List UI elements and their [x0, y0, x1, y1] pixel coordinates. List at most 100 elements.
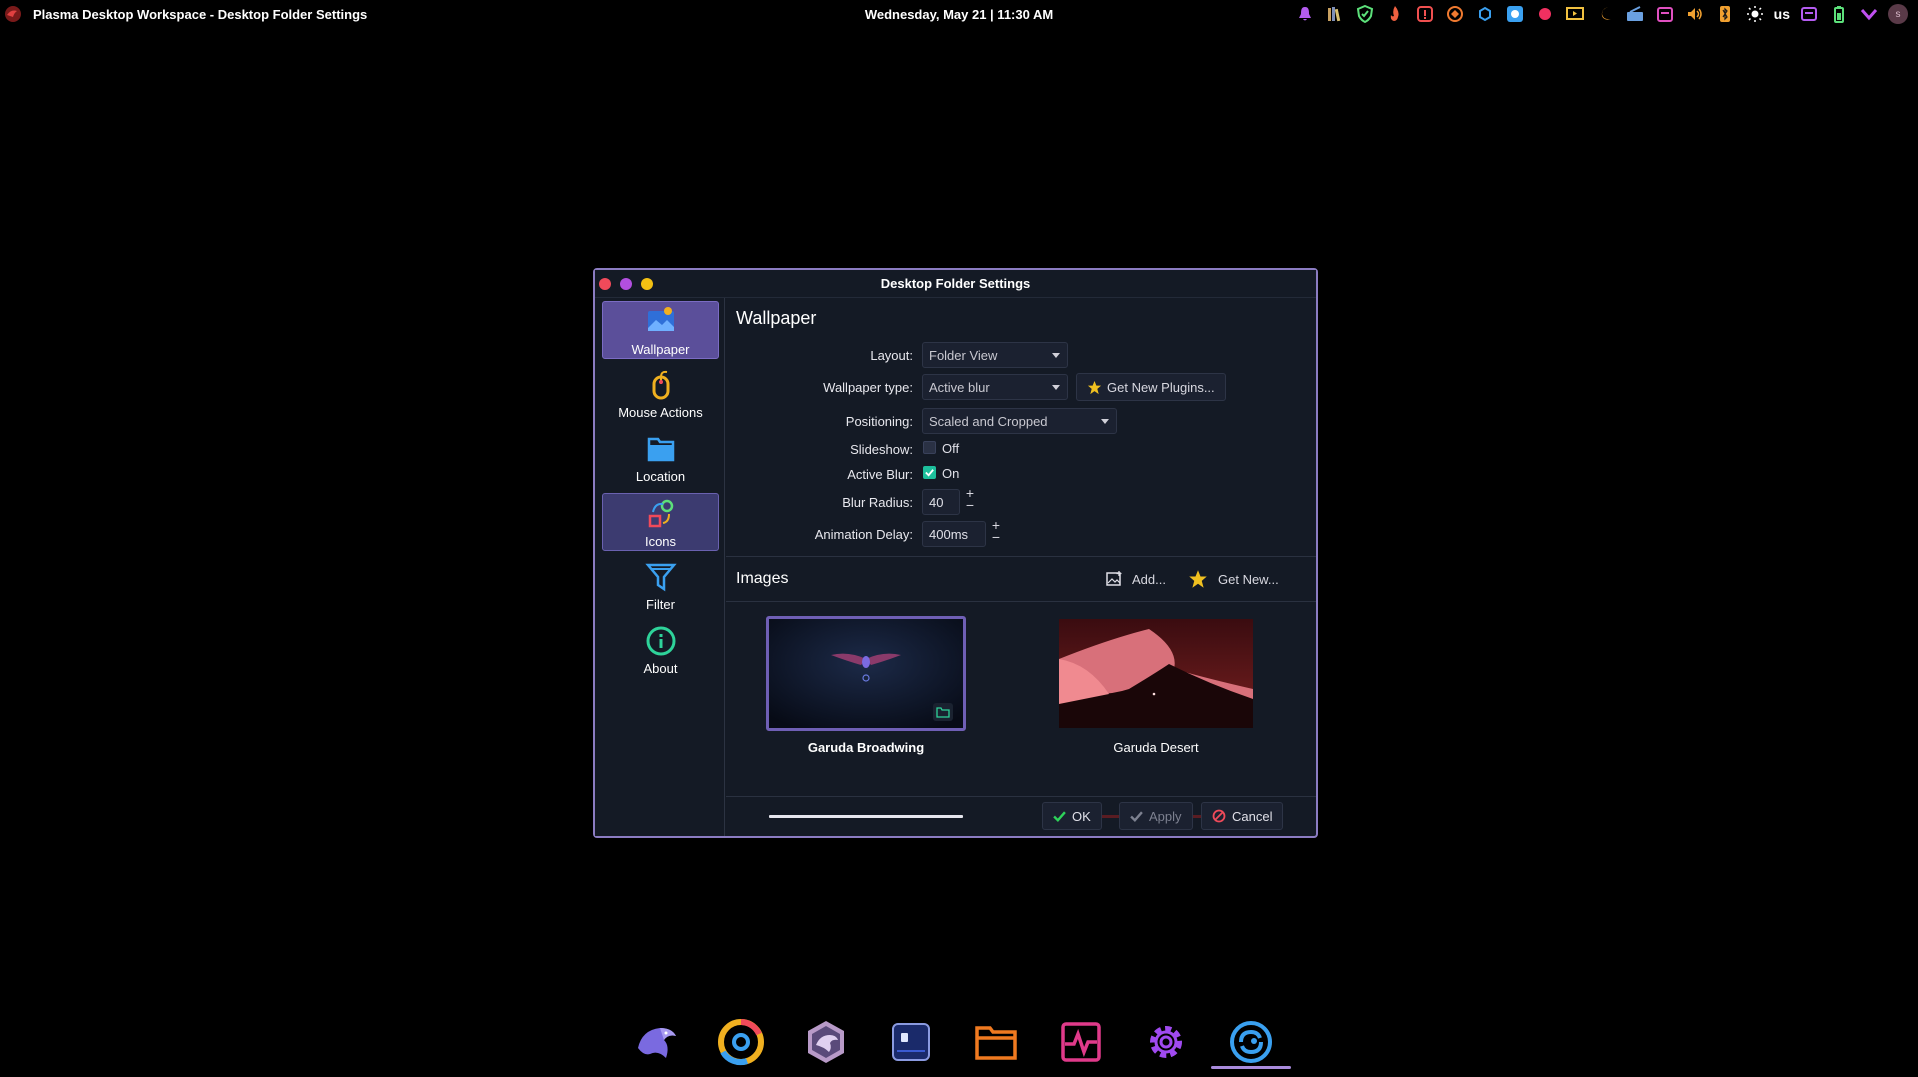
active-blur-checkbox[interactable]: [923, 466, 936, 479]
wallpaper-icon: [647, 307, 674, 331]
network-icon[interactable]: [1624, 3, 1646, 25]
add-image-button[interactable]: Add...: [1106, 566, 1166, 592]
get-new-wallpapers-button[interactable]: Get New...: [1188, 566, 1279, 592]
expand-icon[interactable]: [1858, 3, 1880, 25]
garuda-logo-icon[interactable]: [4, 5, 22, 23]
browser-icon[interactable]: [1504, 3, 1526, 25]
active-app-indicator: [1211, 1066, 1291, 1069]
night-light-icon[interactable]: [1594, 3, 1616, 25]
cancel-label: Cancel: [1232, 808, 1273, 824]
sync-icon[interactable]: [1444, 3, 1466, 25]
positioning-row: Positioning: Scaled and Cropped: [726, 408, 1316, 434]
blur-radius-spinbox[interactable]: 40: [922, 489, 960, 515]
wallpaper-thumbnail[interactable]: Garuda Broadwing: [766, 616, 966, 766]
layout-label: Layout:: [870, 348, 913, 363]
bluetooth-icon[interactable]: [1714, 3, 1736, 25]
chevron-down-icon: [1052, 353, 1060, 358]
wallpaper-type-select[interactable]: Active blur: [922, 374, 1068, 400]
keyboard-layout-indicator[interactable]: us: [1774, 6, 1790, 22]
volume-icon[interactable]: [1684, 3, 1706, 25]
checkmark-icon: [1130, 810, 1143, 822]
settings-icon[interactable]: [1140, 1016, 1192, 1068]
dialog-button-box: OK Apply Cancel: [726, 796, 1316, 837]
active-blur-label: Active Blur:: [847, 467, 913, 482]
blur-radius-row: Blur Radius: 40 + −: [726, 486, 1316, 515]
sidebar-item-icons[interactable]: Icons: [602, 493, 719, 551]
checkmark-icon: [925, 469, 934, 477]
sidebar-item-about[interactable]: About: [602, 621, 719, 679]
fire-icon[interactable]: [1384, 3, 1406, 25]
warning-icon[interactable]: [1414, 3, 1436, 25]
brightness-icon[interactable]: [1744, 3, 1766, 25]
sidebar-item-label: Wallpaper: [631, 342, 690, 357]
blur-radius-label: Blur Radius:: [842, 495, 913, 510]
chevron-down-icon: [1052, 385, 1060, 390]
sidebar-item-label: Icons: [644, 534, 677, 549]
slideshow-state: Off: [942, 441, 960, 456]
calendar-icon[interactable]: [1654, 3, 1676, 25]
apply-button[interactable]: Apply: [1119, 802, 1193, 830]
cancel-button[interactable]: Cancel: [1201, 802, 1284, 830]
get-new-plugins-button[interactable]: Get New Plugins...: [1076, 373, 1226, 401]
garuda-broadwing-preview: [769, 619, 963, 728]
library-icon[interactable]: [1324, 3, 1346, 25]
checkmark-icon: [1053, 810, 1066, 822]
blur-radius-value: 40: [929, 495, 944, 510]
dialog-titlebar[interactable]: Desktop Folder Settings: [595, 270, 1316, 298]
cancel-icon: [1212, 809, 1226, 823]
divider: [726, 556, 1316, 557]
keyboard-icon[interactable]: [1798, 3, 1820, 25]
terminal-icon[interactable]: [885, 1016, 937, 1068]
get-new-wallpapers-label: Get New...: [1218, 571, 1279, 587]
blur-radius-stepper[interactable]: + −: [964, 486, 976, 515]
sidebar-item-mouse-actions[interactable]: Mouse Actions: [602, 365, 719, 423]
presentation-icon[interactable]: [1564, 3, 1586, 25]
page-title: Wallpaper: [736, 308, 817, 328]
star-icon: [1189, 570, 1207, 588]
dialog-title: Desktop Folder Settings: [880, 276, 1031, 291]
sidebar-item-label: Filter: [646, 597, 675, 612]
system-monitor-icon[interactable]: [1055, 1016, 1107, 1068]
garuda-settings-icon[interactable]: [1225, 1016, 1277, 1068]
chromium-icon[interactable]: [715, 1016, 767, 1068]
animation-delay-stepper[interactable]: + −: [990, 518, 1002, 547]
animation-delay-label: Animation Delay:: [814, 527, 913, 542]
ok-button[interactable]: OK: [1042, 802, 1102, 830]
slideshow-row: Slideshow: Off: [726, 436, 1316, 462]
desktop-folder-settings-dialog: Desktop Folder Settings Wallpaper Mouse …: [593, 268, 1318, 838]
shield-icon[interactable]: [1354, 3, 1376, 25]
animation-delay-value: 400ms: [929, 527, 969, 542]
chevron-down-icon: [1101, 419, 1109, 424]
sidebar-item-wallpaper[interactable]: Wallpaper: [602, 301, 719, 359]
positioning-select[interactable]: Scaled and Cropped: [922, 408, 1117, 434]
sidebar-item-filter[interactable]: Filter: [602, 557, 719, 615]
add-image-icon: [1106, 571, 1122, 586]
folder-icon: [647, 437, 674, 462]
garuda-icon[interactable]: [630, 1016, 682, 1068]
garuda-welcome-icon[interactable]: [800, 1016, 852, 1068]
animation-delay-row: Animation Delay: 400ms + −: [726, 518, 1316, 547]
active-window-title: Plasma Desktop Workspace - Desktop Folde…: [33, 7, 368, 22]
wallpaper-settings-panel: Wallpaper Layout: Folder View Wallpaper …: [726, 298, 1316, 836]
sidebar-item-label: Mouse Actions: [618, 405, 703, 420]
files-icon[interactable]: [970, 1016, 1022, 1068]
layout-select[interactable]: Folder View: [922, 342, 1068, 368]
positioning-label: Positioning:: [845, 414, 913, 429]
user-avatar[interactable]: s: [1888, 4, 1908, 24]
divider: [726, 601, 1316, 602]
animation-delay-spinbox[interactable]: 400ms: [922, 521, 986, 547]
active-blur-state: On: [942, 466, 960, 481]
sidebar-item-location[interactable]: Location: [602, 429, 719, 487]
wallpaper-thumbnail[interactable]: Garuda Desert: [1056, 616, 1256, 766]
filter-icon: [644, 563, 677, 592]
record-icon[interactable]: [1534, 3, 1556, 25]
battery-icon[interactable]: [1828, 3, 1850, 25]
bell-icon[interactable]: [1294, 3, 1316, 25]
images-title: Images: [736, 570, 789, 587]
cloud-icon[interactable]: [1474, 3, 1496, 25]
star-icon: [1087, 380, 1102, 394]
get-new-plugins-label: Get New Plugins...: [1107, 379, 1215, 395]
slideshow-checkbox[interactable]: [923, 441, 936, 454]
images-header: Images Add... Get New...: [726, 560, 1316, 602]
top-panel: Plasma Desktop Workspace - Desktop Folde…: [0, 0, 1918, 28]
